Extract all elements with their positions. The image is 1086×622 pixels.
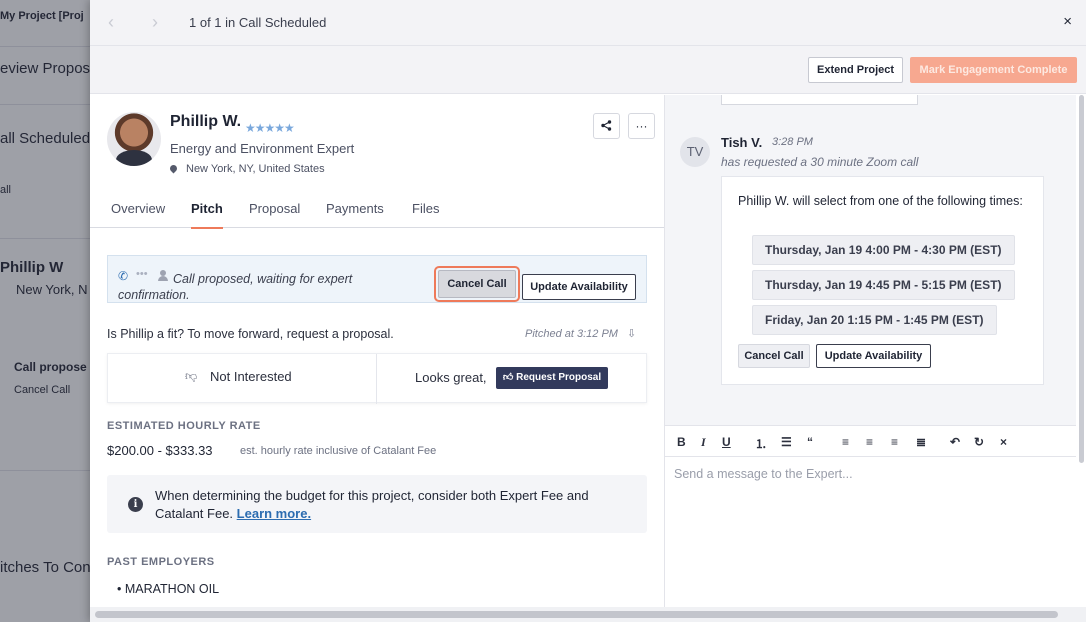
location-pin-icon <box>168 163 179 174</box>
tab-pitch[interactable]: Pitch <box>191 201 223 229</box>
bold-icon[interactable]: B <box>677 435 686 449</box>
time-slot: Thursday, Jan 19 4:00 PM - 4:30 PM (EST) <box>752 235 1015 265</box>
thread-scrollbar[interactable] <box>1077 95 1086 465</box>
time-slot: Thursday, Jan 19 4:45 PM - 5:15 PM (EST) <box>752 270 1015 300</box>
more-options-button[interactable]: ··· <box>628 113 655 139</box>
pitched-at: Pitched at 3:12 PM <box>525 328 618 340</box>
update-availability-button[interactable]: Update Availability <box>816 344 931 368</box>
align-left-icon[interactable]: ≡ <box>842 435 849 449</box>
share-icon <box>601 120 612 131</box>
call-status-banner: ✆ ••• Call proposed, waiting for expert … <box>107 255 647 303</box>
tab-overview[interactable]: Overview <box>111 201 165 227</box>
learn-more-link[interactable]: Learn more. <box>237 506 311 521</box>
pagination-counter: 1 of 1 in Call Scheduled <box>189 15 327 30</box>
call-status-text: Call proposed, waiting for expert confir… <box>118 272 353 302</box>
expert-profile-pane: Phillip W. ★★★★★ Energy and Environment … <box>90 95 664 607</box>
avatar: TV <box>680 137 710 167</box>
message-sender: Tish V. <box>721 135 763 150</box>
update-availability-button[interactable]: Update Availability <box>522 274 636 300</box>
tab-proposal[interactable]: Proposal <box>249 201 300 227</box>
message-request: has requested a 30 minute Zoom call <box>721 155 919 169</box>
italic-icon[interactable]: I <box>701 435 706 450</box>
rate-value: $200.00 - $333.33 <box>107 443 213 458</box>
thumbs-down-icon: 👎︎ <box>185 369 198 383</box>
budget-info-body: When determining the budget for this pro… <box>155 488 589 521</box>
not-interested-button[interactable]: Not Interested <box>210 369 292 384</box>
call-times-card: Phillip W. will select from one of the f… <box>721 176 1044 385</box>
profile-tabs: Overview Pitch Proposal Payments Files <box>90 195 664 229</box>
modal-actionbar: Extend Project Mark Engagement Complete <box>90 46 1086 94</box>
underline-icon[interactable]: U <box>722 435 731 449</box>
request-proposal-label: Request Proposal <box>516 372 602 383</box>
pitch-decision: 👎︎ Not Interested Looks great, 👍︎ Reques… <box>107 353 647 404</box>
previous-message-card <box>721 95 918 105</box>
avatar <box>107 112 161 166</box>
budget-info-text: When determining the budget for this pro… <box>155 487 625 523</box>
employer-item: • MARATHON OIL <box>117 582 220 596</box>
ellipsis-icon: ··· <box>635 119 648 133</box>
request-proposal-button[interactable]: 👍︎ Request Proposal <box>496 367 608 389</box>
thumbs-up-icon: 👍︎ <box>502 372 517 383</box>
cancel-call-button[interactable]: Cancel Call <box>438 270 516 298</box>
tab-payments[interactable]: Payments <box>326 201 384 227</box>
info-icon: i <box>128 497 143 512</box>
employers-heading: PAST EMPLOYERS <box>107 556 215 568</box>
message-editor <box>665 457 1076 607</box>
bullet-list-icon[interactable]: ☰ <box>781 435 792 449</box>
cancel-call-button[interactable]: Cancel Call <box>738 344 810 368</box>
location-text: New York, NY, United States <box>186 163 325 175</box>
message-input[interactable] <box>665 457 1076 607</box>
undo-icon[interactable]: ↶ <box>950 435 960 449</box>
call-times-intro: Phillip W. will select from one of the f… <box>738 194 1023 208</box>
budget-info-box: i When determining the budget for this p… <box>107 475 647 533</box>
mark-engagement-complete-button[interactable]: Mark Engagement Complete <box>910 57 1077 83</box>
fit-question: Is Phillip a fit? To move forward, reque… <box>107 327 394 341</box>
prev-arrow-icon[interactable]: ‹ <box>108 12 114 33</box>
next-arrow-icon[interactable]: › <box>152 12 158 33</box>
message-thread: TV Tish V. 3:28 PM has requested a 30 mi… <box>665 95 1076 425</box>
redo-icon[interactable]: ↻ <box>974 435 984 449</box>
expert-location: New York, NY, United States <box>168 163 325 175</box>
rate-note: est. hourly rate inclusive of Catalant F… <box>240 445 437 457</box>
align-center-icon[interactable]: ≡ <box>866 435 873 449</box>
align-right-icon[interactable]: ≡ <box>891 435 898 449</box>
tab-files[interactable]: Files <box>412 201 439 227</box>
download-icon[interactable]: ⇩ <box>627 327 636 340</box>
horizontal-scrollbar[interactable] <box>90 607 1086 622</box>
message-time: 3:28 PM <box>772 136 813 148</box>
star-rating: ★★★★★ <box>245 121 295 135</box>
expert-name: Phillip W. <box>170 113 242 130</box>
share-button[interactable] <box>593 113 620 139</box>
extend-project-button[interactable]: Extend Project <box>808 57 904 83</box>
expert-headline: Energy and Environment Expert <box>170 141 355 156</box>
clear-format-icon[interactable]: × <box>1000 435 1007 449</box>
close-icon[interactable]: × <box>1063 13 1072 30</box>
modal-topbar: ‹ › 1 of 1 in Call Scheduled × <box>90 0 1086 46</box>
quote-icon[interactable]: “ <box>807 435 813 449</box>
justify-icon[interactable]: ≣ <box>916 435 926 449</box>
time-slot: Friday, Jan 20 1:15 PM - 1:45 PM (EST) <box>752 305 997 335</box>
looks-great-label: Looks great, <box>415 370 487 385</box>
employer-name: MARATHON OIL <box>124 582 220 596</box>
expert-modal: ‹ › 1 of 1 in Call Scheduled × Extend Pr… <box>90 0 1086 622</box>
editor-toolbar: B I U ⒈ ☰ “ ≡ ≡ ≡ ≣ ↶ ↻ × <box>665 425 1076 457</box>
ordered-list-icon[interactable]: ⒈ <box>755 435 767 452</box>
rate-heading: ESTIMATED HOURLY RATE <box>107 420 261 432</box>
